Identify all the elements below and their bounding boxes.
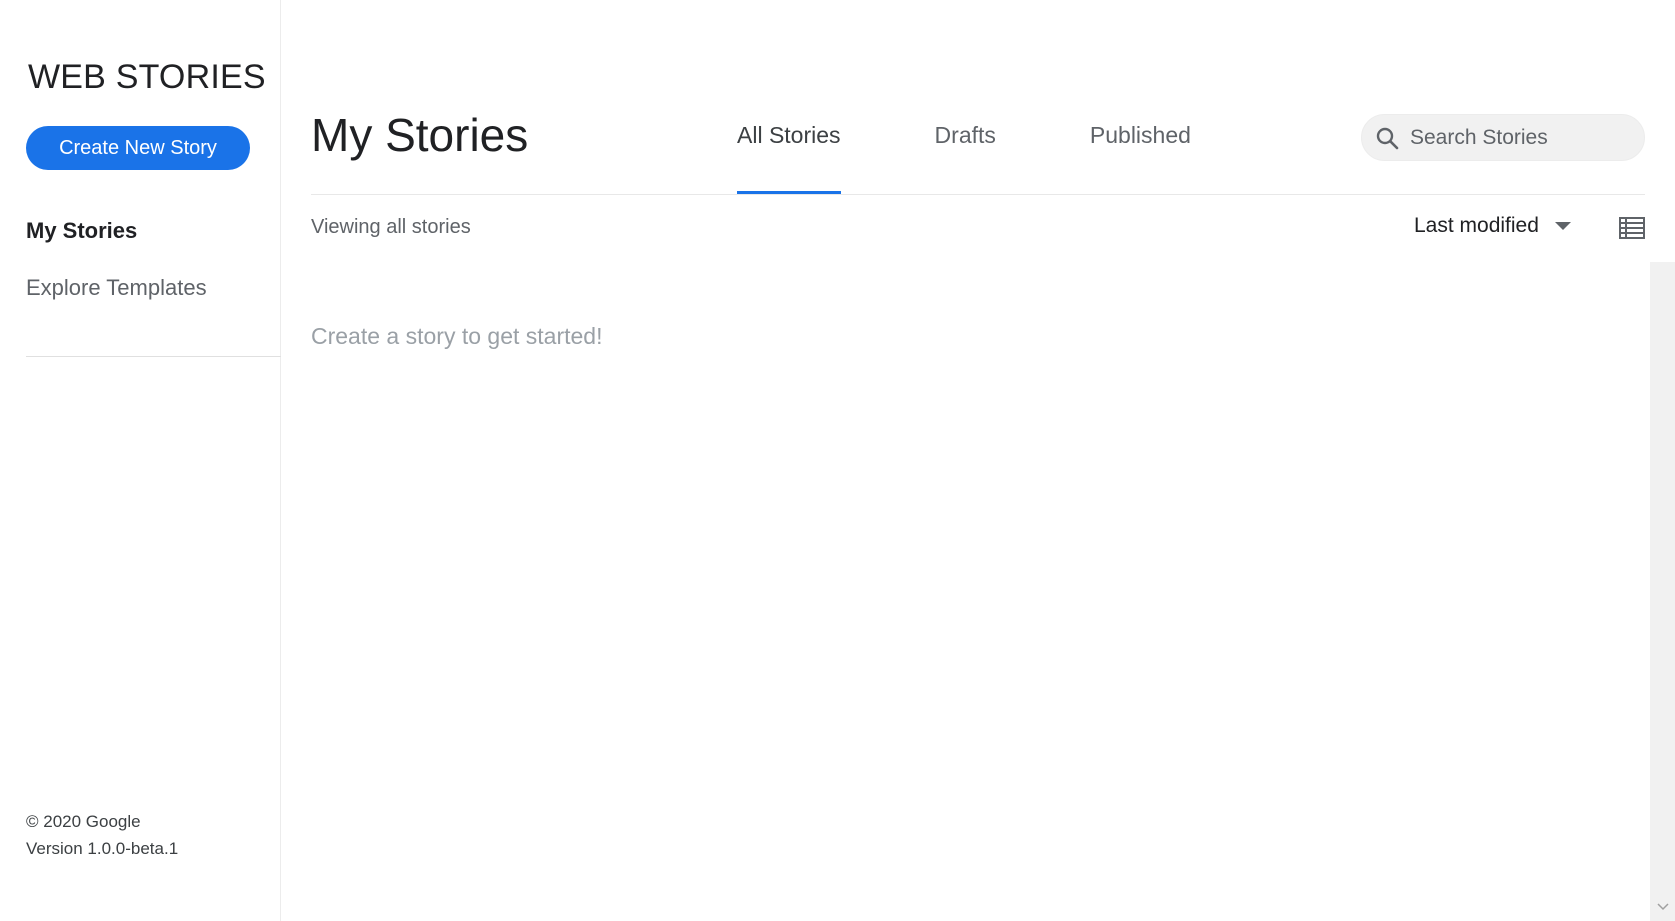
sidebar-item-my-stories[interactable]: My Stories — [26, 218, 207, 244]
sidebar: WEB STORIES Create New Story My Stories … — [0, 0, 281, 921]
search-icon — [1374, 125, 1400, 151]
tab-divider — [311, 194, 1645, 195]
viewing-label: Viewing all stories — [311, 216, 471, 238]
scroll-down-arrow-icon[interactable] — [1650, 899, 1675, 915]
sort-dropdown[interactable]: Last modified — [1414, 214, 1571, 238]
sidebar-footer: © 2020 Google Version 1.0.0-beta.1 — [26, 808, 178, 862]
sidebar-item-explore-templates[interactable]: Explore Templates — [26, 275, 207, 301]
tab-published[interactable]: Published — [1090, 108, 1191, 194]
story-tabs: All Stories Drafts Published — [737, 108, 1285, 194]
version-text: Version 1.0.0-beta.1 — [26, 839, 179, 858]
page-title: My Stories — [311, 109, 529, 161]
brand-title: WEB STORIES — [28, 58, 266, 96]
search-box[interactable] — [1361, 114, 1645, 161]
search-input[interactable] — [1410, 125, 1630, 150]
create-new-story-button[interactable]: Create New Story — [26, 126, 250, 170]
caret-down-icon — [1554, 222, 1571, 230]
sort-selected-value: Last modified — [1414, 214, 1539, 237]
sidebar-divider — [26, 356, 281, 357]
empty-state-message: Create a story to get started! — [311, 323, 603, 349]
sidebar-nav: My Stories Explore Templates — [26, 218, 207, 332]
tab-all-stories[interactable]: All Stories — [737, 108, 841, 194]
list-view-icon[interactable] — [1619, 217, 1645, 239]
tab-drafts[interactable]: Drafts — [935, 108, 996, 194]
copyright-text: © 2020 Google — [26, 812, 141, 831]
scrollbar[interactable] — [1650, 262, 1675, 921]
